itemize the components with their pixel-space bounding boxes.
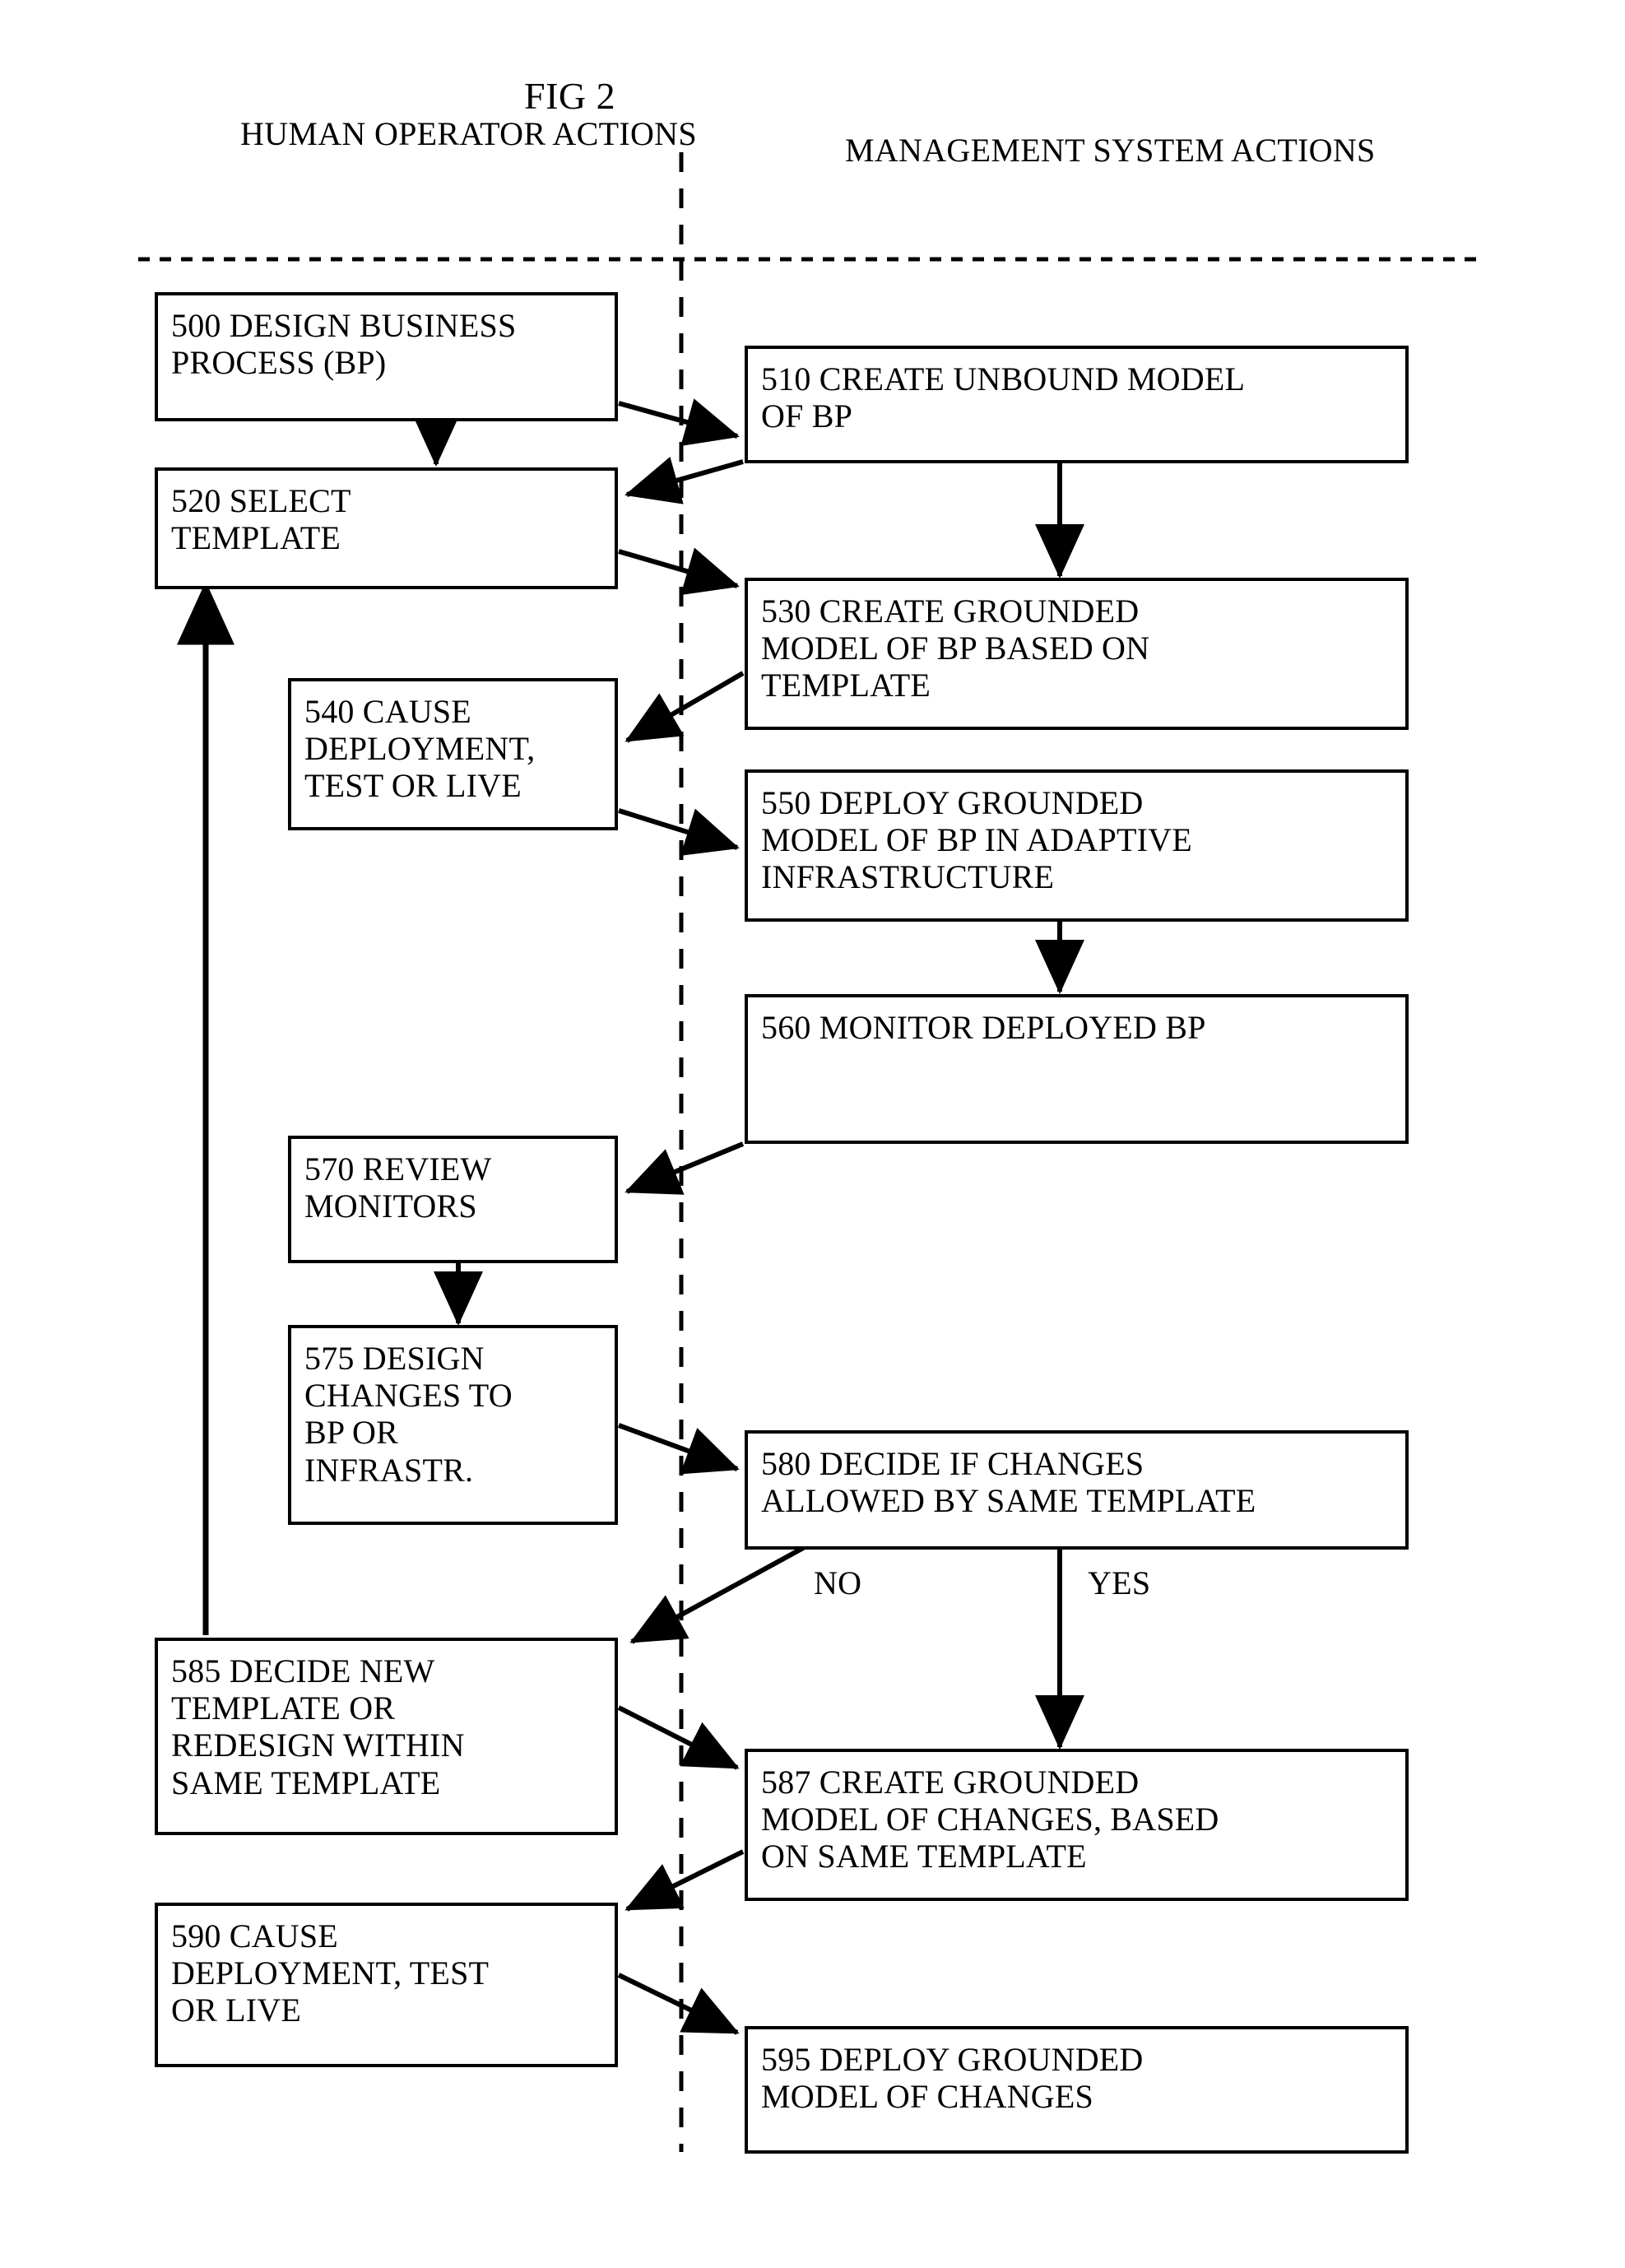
figure-canvas: FIG 2 HUMAN OPERATOR ACTIONS MANAGEMENT … — [0, 0, 1625, 2268]
process-node-575[interactable]: 575 DESIGN CHANGES TO BP OR INFRASTR. — [288, 1325, 618, 1525]
edge-510-to-520 — [624, 456, 744, 504]
node-text-line: TEMPLATE — [761, 667, 931, 704]
edge-590-to-595 — [617, 1973, 740, 2035]
edge-500-to-510 — [618, 398, 740, 447]
node-text-line: INFRASTR. — [304, 1451, 474, 1489]
node-text-line: 520 SELECT — [171, 482, 351, 519]
process-node-530[interactable]: 530 CREATE GROUNDED MODEL OF BP BASED ON… — [745, 578, 1409, 730]
node-text-line: SAME TEMPLATE — [171, 1764, 441, 1801]
edge-label-yes: YES — [1084, 1564, 1154, 1602]
node-text-line: 500 DESIGN BUSINESS — [171, 307, 517, 344]
node-text-line: TEMPLATE — [171, 519, 341, 557]
node-text-line: DEPLOYMENT, TEST — [171, 1954, 490, 1992]
process-node-500[interactable]: 500 DESIGN BUSINESS PROCESS (BP) — [155, 292, 618, 421]
node-text-line: MODEL OF BP BASED ON — [761, 630, 1150, 667]
node-text-line: OF BP — [761, 397, 853, 435]
process-node-580[interactable]: 580 DECIDE IF CHANGES ALLOWED BY SAME TE… — [745, 1430, 1409, 1550]
node-text-line: REDESIGN WITHIN — [171, 1727, 465, 1764]
process-node-520[interactable]: 520 SELECT TEMPLATE — [155, 467, 618, 589]
node-text-line: MODEL OF CHANGES, BASED — [761, 1801, 1219, 1838]
process-node-570[interactable]: 570 REVIEW MONITORS — [288, 1136, 618, 1263]
node-text-line: 575 DESIGN — [304, 1340, 485, 1377]
edge-587-to-590 — [624, 1849, 745, 1912]
node-text-line: 580 DECIDE IF CHANGES — [761, 1445, 1144, 1482]
node-text-line: PROCESS (BP) — [171, 344, 387, 382]
process-node-590[interactable]: 590 CAUSE DEPLOYMENT, TEST OR LIVE — [155, 1903, 618, 2067]
node-text-line: CHANGES TO — [304, 1377, 513, 1415]
edge-560-to-570 — [624, 1141, 745, 1195]
process-node-540[interactable]: 540 CAUSE DEPLOYMENT, TEST OR LIVE — [288, 678, 618, 830]
node-text-line: 510 CREATE UNBOUND MODEL — [761, 360, 1246, 397]
process-node-587[interactable]: 587 CREATE GROUNDED MODEL OF CHANGES, BA… — [745, 1749, 1409, 1901]
node-text-line: 590 CAUSE — [171, 1917, 338, 1954]
node-text-line: MODEL OF BP IN ADAPTIVE — [761, 821, 1192, 859]
node-text-line: BP OR — [304, 1414, 399, 1452]
node-text-line: 560 MONITOR DEPLOYED BP — [761, 1009, 1206, 1046]
node-text-line: 585 DECIDE NEW — [171, 1652, 435, 1689]
figure-title: FIG 2 — [524, 75, 616, 117]
node-text-line: DEPLOYMENT, — [304, 730, 536, 768]
process-node-550[interactable]: 550 DEPLOY GROUNDED MODEL OF BP IN ADAPT… — [745, 769, 1409, 922]
process-node-595[interactable]: 595 DEPLOY GROUNDED MODEL OF CHANGES — [745, 2026, 1409, 2154]
process-node-585[interactable]: 585 DECIDE NEW TEMPLATE OR REDESIGN WITH… — [155, 1638, 618, 1835]
node-text-line: 530 CREATE GROUNDED — [761, 593, 1140, 630]
node-text-line: ON SAME TEMPLATE — [761, 1838, 1087, 1875]
column-header-line: ACTIONS — [1231, 132, 1376, 169]
edge-585-to-587 — [617, 1705, 740, 1770]
process-node-560[interactable]: 560 MONITOR DEPLOYED BP — [745, 994, 1409, 1144]
node-text-line: INFRASTRUCTURE — [761, 858, 1055, 896]
process-node-510[interactable]: 510 CREATE UNBOUND MODEL OF BP — [745, 346, 1409, 463]
edge-520-to-530 — [618, 547, 740, 596]
node-text-line: 587 CREATE GROUNDED — [761, 1764, 1140, 1801]
node-text-line: MODEL OF CHANGES — [761, 2078, 1093, 2116]
node-text-line: 595 DEPLOY GROUNDED — [761, 2041, 1144, 2078]
node-text-line: 550 DEPLOY GROUNDED — [761, 784, 1144, 821]
node-text-line: 540 CAUSE — [304, 693, 471, 730]
edge-540-to-550 — [618, 808, 740, 856]
column-header-management-system-actions: MANAGEMENT SYSTEM ACTIONS — [845, 132, 1376, 170]
node-text-line: TEST OR LIVE — [304, 767, 522, 805]
column-header-line: HUMAN — [240, 115, 366, 152]
column-header-line: ACTIONS — [552, 115, 697, 152]
column-header-line: MANAGEMENT SYSTEM — [845, 132, 1225, 169]
node-text-line: OR LIVE — [171, 1991, 302, 2029]
edge-label-no: NO — [810, 1564, 866, 1602]
column-header-human-operator-actions: HUMAN OPERATOR ACTIONS — [240, 115, 697, 153]
node-text-line: 570 REVIEW — [304, 1150, 492, 1187]
edge-530-to-540 — [624, 671, 745, 743]
column-header-line: OPERATOR — [374, 115, 546, 152]
node-text-line: ALLOWED BY SAME TEMPLATE — [761, 1482, 1256, 1520]
edge-580-to-585-no — [629, 1545, 806, 1644]
node-text-line: MONITORS — [304, 1187, 477, 1225]
node-text-line: TEMPLATE OR — [171, 1689, 396, 1727]
edge-575-to-580 — [617, 1423, 740, 1475]
